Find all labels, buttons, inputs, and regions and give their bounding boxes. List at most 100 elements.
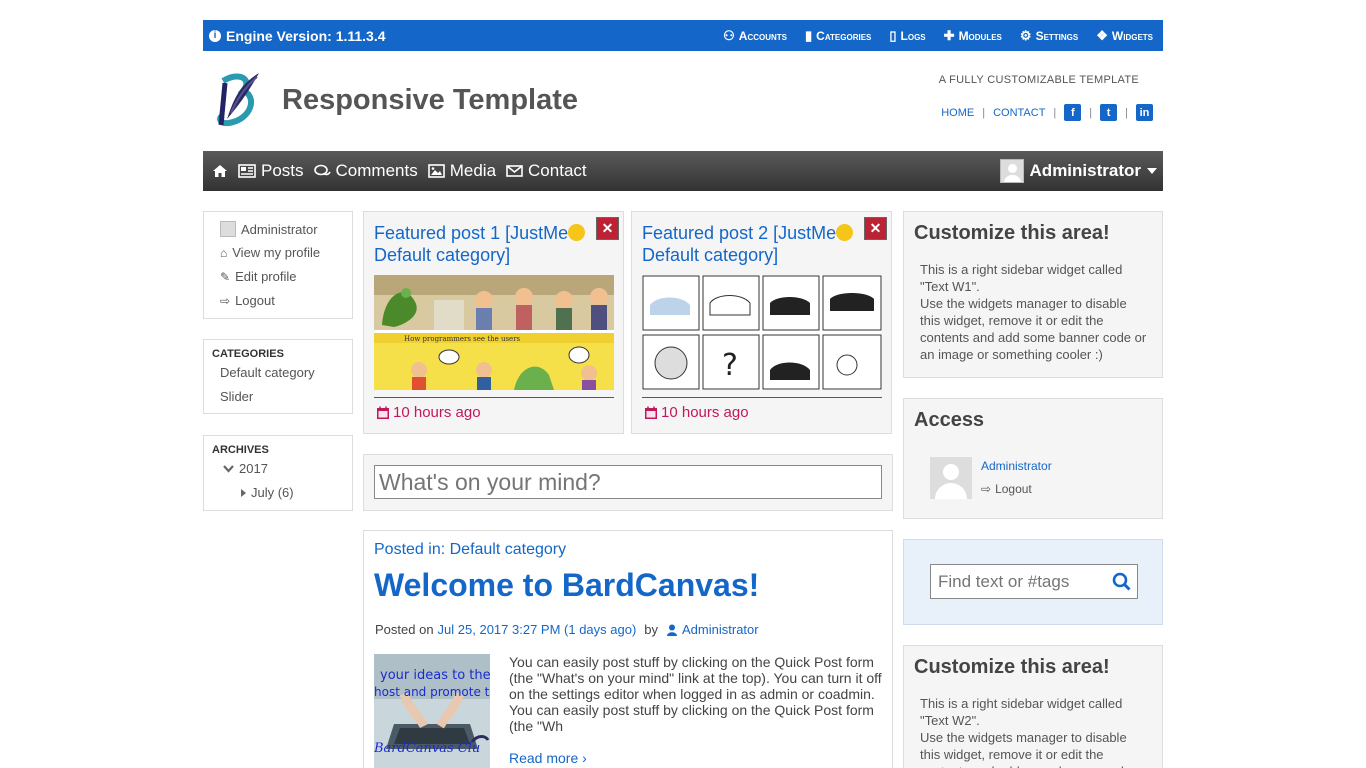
- cubes-icon: ❖: [1096, 27, 1108, 43]
- svg-text:BardCanvas Clu: BardCanvas Clu: [374, 741, 480, 756]
- engine-version-label: Engine Version: 1.11.3.4: [226, 27, 386, 44]
- featured-image[interactable]: How programmers see the users: [374, 275, 614, 390]
- newspaper-icon: [238, 164, 256, 178]
- admin-menu-widgets[interactable]: ❖ Widgets: [1096, 28, 1153, 44]
- admin-menu-categories[interactable]: ▮ Categories: [805, 28, 871, 44]
- twitter-icon[interactable]: t: [1100, 104, 1118, 121]
- featured-post-title[interactable]: Featured post 2 [JustMe Default category…: [642, 222, 862, 266]
- site-title[interactable]: Responsive Template: [282, 84, 578, 117]
- user-box-name[interactable]: Administrator: [220, 221, 318, 237]
- facebook-icon[interactable]: f: [1064, 104, 1082, 121]
- envelope-icon: [506, 165, 523, 177]
- post-card: Posted in: Default category Welcome to B…: [363, 530, 893, 768]
- search-box: [930, 564, 1138, 599]
- caret-down-icon: [1147, 168, 1157, 174]
- widget-text: This is a right sidebar widget called "T…: [920, 262, 1147, 362]
- post-meta: Posted on Jul 25, 2017 3:27 PM (1 days a…: [375, 622, 759, 637]
- separator: |: [1053, 106, 1057, 119]
- close-button[interactable]: ✕: [864, 217, 887, 240]
- nav-posts[interactable]: Posts: [238, 161, 304, 181]
- featured-post-1: Featured post 1 [JustMe Default category…: [363, 211, 624, 434]
- user-menu[interactable]: Administrator: [999, 159, 1157, 183]
- puzzle-icon: ✚: [943, 27, 955, 43]
- user-icon: [667, 624, 678, 636]
- linkedin-icon[interactable]: in: [1136, 104, 1153, 121]
- engine-version: i Engine Version: 1.11.3.4: [203, 28, 386, 44]
- nav-comments[interactable]: Comments: [313, 161, 418, 181]
- sign-out-icon: ⇨: [981, 482, 992, 496]
- read-more-link[interactable]: Read more ›: [509, 750, 587, 766]
- search-icon[interactable]: [1112, 572, 1131, 591]
- svg-text:?: ?: [722, 348, 738, 383]
- site-header: Responsive Template A FULLY CUSTOMIZABLE…: [203, 51, 1163, 151]
- nav-media[interactable]: Media: [427, 161, 496, 181]
- header-links: HOME | CONTACT | f | t | in: [941, 104, 1153, 121]
- site-slogan: A FULLY CUSTOMIZABLE TEMPLATE: [938, 74, 1139, 86]
- edit-profile-link[interactable]: ✎ Edit profile: [220, 269, 296, 284]
- archives-heading: ARCHIVES: [212, 444, 269, 456]
- admin-menu: ⚇ Accounts ▮ Categories ▯ Logs ✚ Modules ⚙ Se…: [723, 28, 1163, 44]
- category-item[interactable]: Slider: [220, 389, 253, 404]
- archives-box: ARCHIVES 2017 July (6): [203, 435, 353, 511]
- categories-heading: CATEGORIES: [212, 348, 284, 360]
- svg-text:host and promote th: host and promote th: [374, 685, 490, 699]
- admin-menu-settings[interactable]: ⚙ Settings: [1020, 28, 1078, 44]
- calendar-icon: [645, 406, 657, 419]
- admin-menu-logs[interactable]: ▯ Logs: [889, 28, 925, 44]
- home-link[interactable]: HOME: [941, 107, 974, 119]
- widget-title: Customize this area!: [914, 222, 1110, 244]
- featured-post-2: Featured post 2 [JustMe Default category…: [631, 211, 892, 434]
- admin-menu-accounts[interactable]: ⚇ Accounts: [723, 28, 787, 44]
- post-category: Posted in: Default category: [374, 541, 567, 558]
- main-nav: Posts Comments Media Contact Administrat…: [203, 151, 1163, 191]
- smiley-icon: [836, 224, 854, 241]
- featured-image[interactable]: ?: [642, 275, 882, 390]
- archive-year[interactable]: 2017: [223, 461, 268, 476]
- admin-menu-modules[interactable]: ✚ Modules: [944, 28, 1002, 44]
- sign-out-icon: ⇨: [220, 293, 231, 308]
- smiley-icon: [568, 224, 586, 241]
- nav-contact[interactable]: Contact: [506, 161, 587, 181]
- post-date-link[interactable]: Jul 25, 2017 3:27 PM (1 days ago): [438, 622, 637, 637]
- post-thumbnail[interactable]: your ideas to the host and promote th Ba…: [374, 654, 490, 768]
- text-widget-w2: Customize this area! This is a right sid…: [903, 645, 1163, 768]
- post-author-link[interactable]: Administrator: [682, 622, 759, 637]
- access-user-link[interactable]: Administrator: [981, 459, 1052, 473]
- nav-home[interactable]: [212, 164, 228, 178]
- close-button[interactable]: ✕: [596, 217, 619, 240]
- image-icon: [427, 164, 445, 178]
- folder-icon: ▮: [805, 27, 813, 43]
- post-excerpt: You can easily post stuff by clicking on…: [509, 654, 882, 734]
- separator: |: [1125, 106, 1128, 119]
- post-time[interactable]: 10 hours ago: [644, 404, 749, 421]
- users-icon: ⚇: [723, 27, 735, 43]
- user-menu-label: Administrator: [1029, 161, 1141, 180]
- access-logout-link[interactable]: ⇨ Logout: [981, 482, 1032, 496]
- avatar: [999, 159, 1024, 183]
- archive-month[interactable]: July (6): [241, 485, 294, 500]
- chevron-down-icon: [223, 464, 234, 473]
- user-box: Administrator ⌂ View my profile ✎ Edit p…: [203, 211, 353, 319]
- site-logo[interactable]: [209, 71, 261, 131]
- category-item[interactable]: Default category: [220, 365, 315, 380]
- view-profile-link[interactable]: ⌂ View my profile: [220, 245, 320, 260]
- text-widget-w1: Customize this area! This is a right sid…: [903, 211, 1163, 378]
- search-input[interactable]: [931, 571, 1101, 592]
- separator: |: [982, 106, 986, 119]
- post-title[interactable]: Welcome to BardCanvas!: [374, 567, 759, 604]
- quick-post-box: [363, 454, 893, 511]
- caret-right-icon: [241, 488, 246, 497]
- featured-post-title[interactable]: Featured post 1 [JustMe Default category…: [374, 222, 594, 266]
- contact-link[interactable]: CONTACT: [993, 107, 1045, 119]
- avatar: [220, 221, 236, 237]
- access-widget: Access Administrator ⇨ Logout: [903, 398, 1163, 519]
- post-category-link[interactable]: Default category: [450, 541, 567, 558]
- widget-text: This is a right sidebar widget called "T…: [920, 696, 1146, 768]
- home-icon: ⌂: [220, 245, 228, 260]
- pencil-icon: ✎: [220, 269, 231, 284]
- logout-link[interactable]: ⇨ Logout: [220, 293, 275, 308]
- search-widget: [903, 539, 1163, 625]
- post-time[interactable]: 10 hours ago: [376, 404, 481, 421]
- quick-post-input[interactable]: [374, 465, 882, 499]
- avatar: [930, 457, 972, 499]
